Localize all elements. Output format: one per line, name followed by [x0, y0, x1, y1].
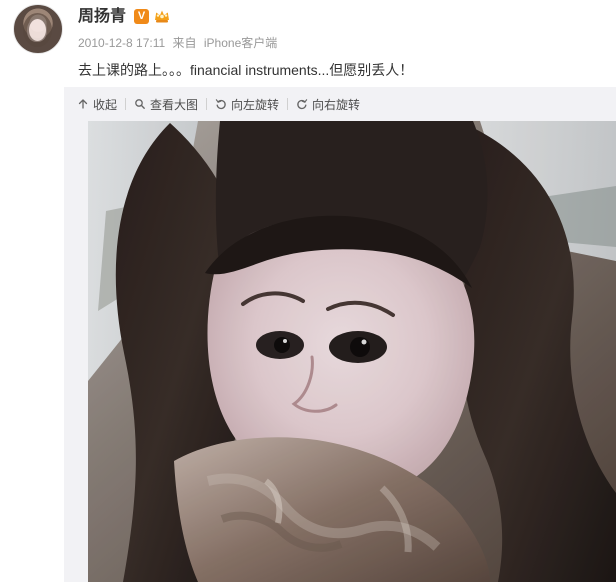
- vip-crown-icon[interactable]: [153, 7, 171, 25]
- collapse-button[interactable]: 收起: [77, 96, 117, 113]
- selfie-photo: [88, 121, 616, 582]
- weibo-post: 周扬青 V 2010-12-8 17:11 来自 iPhone客户端 去上课的路…: [0, 0, 616, 582]
- search-icon: [135, 99, 145, 109]
- source-client-link[interactable]: iPhone客户端: [204, 36, 277, 50]
- rotate-left-button[interactable]: 向左旋转: [215, 96, 279, 113]
- username[interactable]: 周扬青: [78, 8, 126, 26]
- toolbar-divider: [206, 98, 208, 110]
- source-prefix: 来自: [172, 36, 197, 50]
- collapse-label: 收起: [93, 97, 118, 112]
- rotate-right-button[interactable]: 向右旋转: [296, 96, 360, 113]
- rotate-right-label: 向右旋转: [312, 97, 361, 112]
- verified-badge-icon[interactable]: V: [134, 9, 149, 24]
- image-toolbar: 收起 查看大图 向左旋转 向右旋转: [77, 96, 360, 112]
- view-large-label: 查看大图: [150, 97, 199, 112]
- rotate-right-icon: [297, 99, 308, 110]
- collapse-icon: [78, 99, 88, 109]
- post-text: 去上课的路上。。。financial instruments...但愿别丢人！: [78, 62, 414, 78]
- view-large-image-button[interactable]: 查看大图: [134, 96, 198, 113]
- toolbar-divider: [287, 98, 289, 110]
- post-photo[interactable]: [88, 121, 616, 582]
- avatar[interactable]: [13, 4, 63, 54]
- timestamp-link[interactable]: 2010-12-8 17:11: [78, 36, 165, 50]
- toolbar-divider: [125, 98, 127, 110]
- rotate-left-label: 向左旋转: [231, 97, 280, 112]
- post-meta: 2010-12-8 17:11 来自 iPhone客户端: [78, 36, 277, 50]
- rotate-left-icon: [215, 99, 226, 110]
